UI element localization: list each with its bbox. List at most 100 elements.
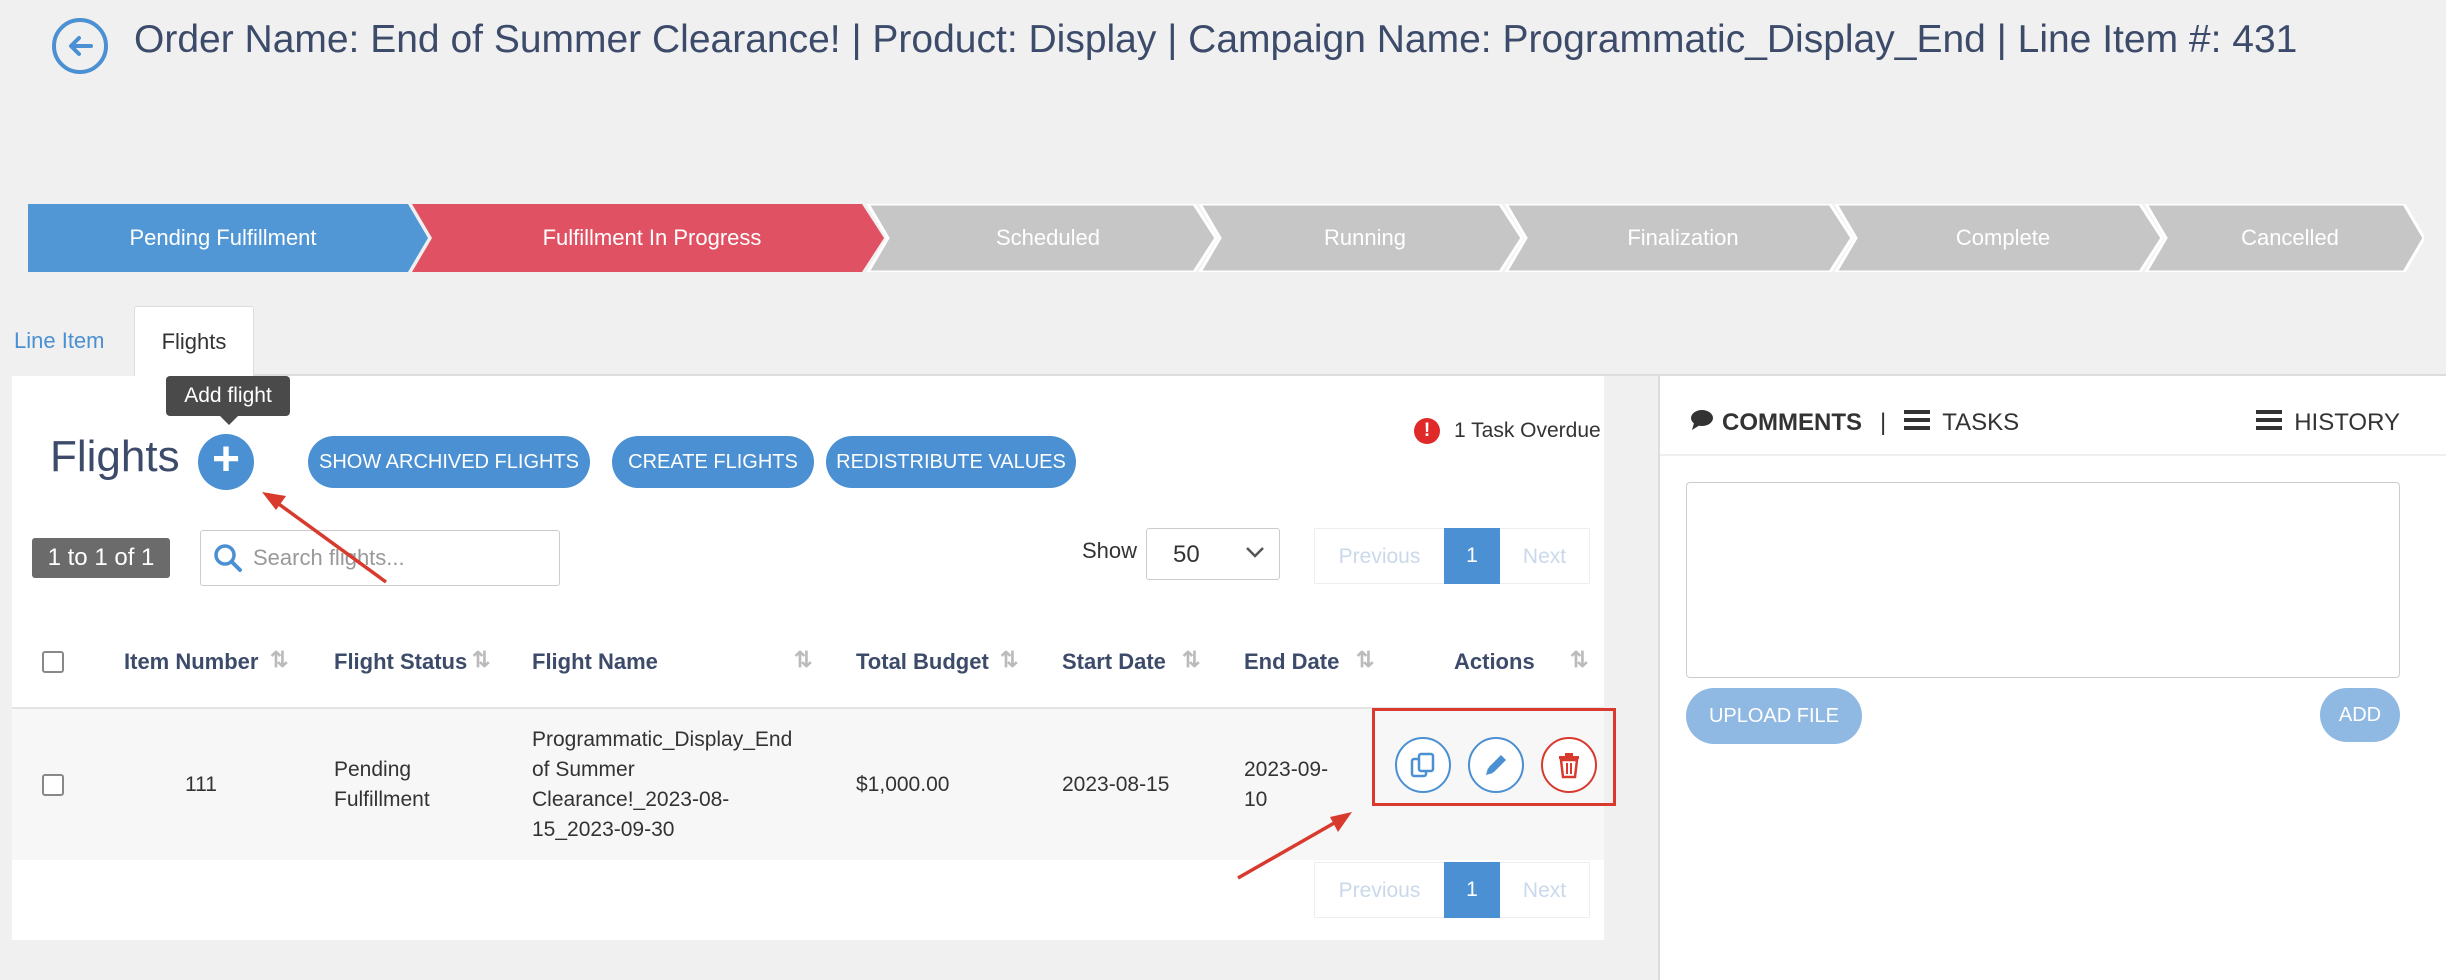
column-label: Flight Name <box>532 648 658 674</box>
stage-cancelled[interactable]: Cancelled <box>2166 204 2414 272</box>
back-button[interactable] <box>52 18 108 74</box>
column-actions[interactable]: Actions ⇅ <box>1388 616 1604 709</box>
add-flight-button[interactable]: + <box>198 434 254 490</box>
record-count-badge: 1 to 1 of 1 <box>32 538 170 578</box>
column-label: Actions <box>1454 648 1535 674</box>
tasks-list-icon <box>1904 409 1931 438</box>
pagination-bottom: Previous 1 Next <box>1314 862 1590 918</box>
page-size-select[interactable]: 50 <box>1146 528 1280 580</box>
sort-icon[interactable]: ⇅ <box>1570 647 1588 673</box>
comments-tab[interactable]: COMMENTS <box>1722 409 1862 437</box>
copy-icon <box>1410 752 1435 778</box>
next-page-button[interactable]: Next <box>1500 862 1590 918</box>
stage-scheduled[interactable]: Scheduled <box>888 204 1208 272</box>
column-item-number[interactable]: Item Number ⇅ <box>96 616 306 709</box>
sort-icon[interactable]: ⇅ <box>1356 647 1374 673</box>
stage-fulfillment-in-progress[interactable]: Fulfillment In Progress <box>432 204 872 272</box>
flights-panel: Add flight Flights + SHOW ARCHIVED FLIGH… <box>12 376 1616 940</box>
history-tab[interactable]: HISTORY <box>2294 409 2400 437</box>
start-date-cell: 2023-08-15 <box>1040 708 1220 860</box>
flight-name-line: Programmatic_Display_End <box>532 727 793 751</box>
edit-flight-button[interactable] <box>1468 737 1524 793</box>
add-comment-button[interactable]: ADD <box>2320 688 2400 742</box>
table-row[interactable]: 111 Pending Fulfillment Programmatic_Dis… <box>12 708 1604 860</box>
flights-heading: Flights <box>50 432 180 481</box>
tooltip-arrow <box>220 416 238 425</box>
row-checkbox[interactable] <box>42 773 64 796</box>
tab-line-item[interactable]: Line Item <box>0 306 134 376</box>
chevron-down-icon <box>1246 547 1264 558</box>
redistribute-values-button[interactable]: REDISTRIBUTE VALUES <box>826 436 1076 488</box>
next-page-button[interactable]: Next <box>1500 528 1590 584</box>
arrow-left-icon <box>69 36 93 56</box>
page-title: Order Name: End of Summer Clearance! | P… <box>134 18 2298 61</box>
column-total-budget[interactable]: Total Budget ⇅ <box>834 616 1040 709</box>
panel-header: COMMENTS | TASKS <box>1690 398 2019 448</box>
show-archived-flights-button[interactable]: SHOW ARCHIVED FLIGHTS <box>308 436 590 488</box>
column-end-date[interactable]: End Date ⇅ <box>1220 616 1388 709</box>
tab-separator: | <box>1880 409 1887 436</box>
previous-page-button[interactable]: Previous <box>1314 528 1444 584</box>
row-select-cell <box>12 708 96 860</box>
column-start-date[interactable]: Start Date ⇅ <box>1040 616 1220 709</box>
column-label: Total Budget <box>856 648 989 674</box>
copy-flight-button[interactable] <box>1395 737 1451 793</box>
sort-icon[interactable]: ⇅ <box>794 647 812 673</box>
page-header: Order Name: End of Summer Clearance! | P… <box>0 0 2446 190</box>
flights-table: Item Number ⇅ Flight Status ⇅ Flight Nam… <box>12 616 1604 860</box>
stage-finalization[interactable]: Finalization <box>1526 204 1840 272</box>
column-label: Flight Status <box>334 648 468 674</box>
flight-name-line: Clearance!_2023-08- <box>532 787 730 811</box>
task-overdue-text: 1 Task Overdue <box>1454 419 1601 442</box>
search-icon <box>214 544 242 572</box>
add-flight-tooltip: Add flight <box>166 376 290 416</box>
sort-icon[interactable]: ⇅ <box>1182 647 1200 673</box>
current-page-button[interactable]: 1 <box>1444 528 1500 584</box>
previous-page-button[interactable]: Previous <box>1314 862 1444 918</box>
history-tab-group[interactable]: HISTORY <box>2256 398 2400 448</box>
table-header-row: Item Number ⇅ Flight Status ⇅ Flight Nam… <box>12 616 1604 709</box>
alert-icon: ! <box>1414 418 1440 444</box>
search-flights-field[interactable] <box>200 530 560 586</box>
history-list-icon <box>2256 409 2283 438</box>
column-label: Item Number <box>124 648 259 674</box>
stage-running[interactable]: Running <box>1220 204 1510 272</box>
task-overdue-indicator[interactable]: ! 1 Task Overdue <box>1414 418 1601 444</box>
total-budget-cell: $1,000.00 <box>834 708 1040 860</box>
sort-icon[interactable]: ⇅ <box>472 647 490 673</box>
end-date-line: 2023-09- <box>1244 757 1329 781</box>
search-flights-input[interactable] <box>253 539 543 577</box>
pencil-icon <box>1486 755 1506 775</box>
column-label: Start Date <box>1062 648 1166 674</box>
flight-name-line: of Summer <box>532 757 635 781</box>
column-flight-name[interactable]: Flight Name ⇅ <box>508 616 834 709</box>
stage-complete[interactable]: Complete <box>1856 204 2150 272</box>
panel-divider <box>1660 454 2446 456</box>
comment-icon <box>1690 409 1714 438</box>
end-date-line: 10 <box>1244 787 1268 811</box>
flight-name-cell: Programmatic_Display_End of Summer Clear… <box>508 708 834 860</box>
comments-panel: COMMENTS | TASKS HISTORY UPLOAD FILE ADD <box>1658 376 2446 980</box>
tasks-tab[interactable]: TASKS <box>1942 409 2019 437</box>
column-flight-status[interactable]: Flight Status ⇅ <box>306 616 508 709</box>
select-all-checkbox[interactable] <box>42 650 64 673</box>
current-page-button[interactable]: 1 <box>1444 862 1500 918</box>
flight-status-cell: Pending Fulfillment <box>306 708 508 860</box>
item-number-link[interactable]: 111 <box>96 708 306 860</box>
comment-textarea[interactable] <box>1686 482 2400 678</box>
row-actions-highlight <box>1372 708 1616 806</box>
tab-flights[interactable]: Flights <box>134 306 254 376</box>
status-pipeline: Pending Fulfillment Fulfillment In Progr… <box>28 204 2424 272</box>
show-label: Show <box>1082 538 1138 563</box>
flight-name-line: 15_2023-09-30 <box>532 817 675 841</box>
delete-flight-button[interactable] <box>1541 737 1597 793</box>
trash-icon <box>1559 753 1579 779</box>
flight-status-line: Pending <box>334 757 412 781</box>
sort-icon[interactable]: ⇅ <box>270 647 288 673</box>
stage-pending-fulfillment[interactable]: Pending Fulfillment <box>28 204 418 272</box>
flight-status-line: Fulfillment <box>334 787 430 811</box>
upload-file-button[interactable]: UPLOAD FILE <box>1686 688 1862 744</box>
end-date-cell: 2023-09- 10 <box>1220 708 1388 860</box>
create-flights-button[interactable]: CREATE FLIGHTS <box>612 436 814 488</box>
sort-icon[interactable]: ⇅ <box>1000 647 1018 673</box>
